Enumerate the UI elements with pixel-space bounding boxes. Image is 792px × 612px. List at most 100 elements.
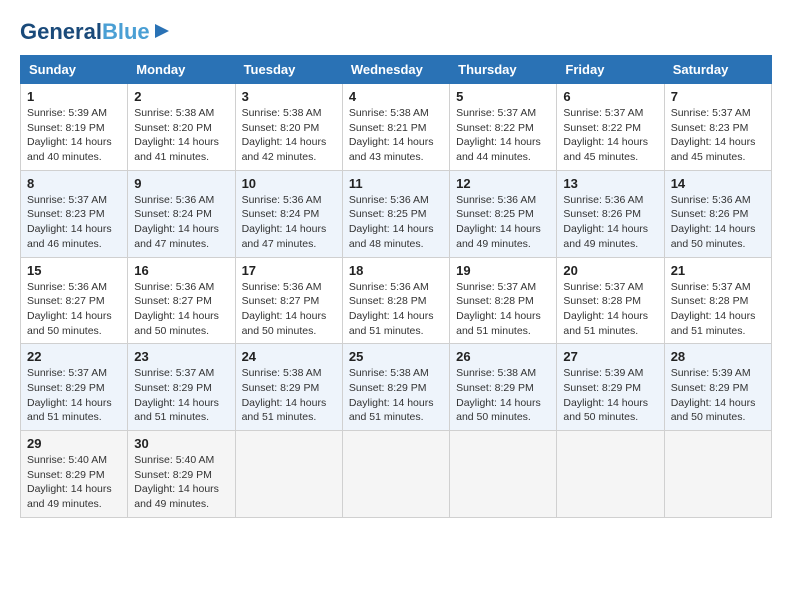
calendar-cell: 30 Sunrise: 5:40 AM Sunset: 8:29 PM Dayl…	[128, 431, 235, 518]
day-info: Sunrise: 5:36 AM Sunset: 8:25 PM Dayligh…	[349, 193, 443, 252]
calendar-cell: 23 Sunrise: 5:37 AM Sunset: 8:29 PM Dayl…	[128, 344, 235, 431]
calendar-cell	[664, 431, 771, 518]
calendar-cell	[235, 431, 342, 518]
column-header-wednesday: Wednesday	[342, 56, 449, 84]
calendar-cell: 10 Sunrise: 5:36 AM Sunset: 8:24 PM Dayl…	[235, 170, 342, 257]
day-info: Sunrise: 5:37 AM Sunset: 8:22 PM Dayligh…	[563, 106, 657, 165]
calendar-week-row: 29 Sunrise: 5:40 AM Sunset: 8:29 PM Dayl…	[21, 431, 772, 518]
calendar-header-row: SundayMondayTuesdayWednesdayThursdayFrid…	[21, 56, 772, 84]
calendar-cell: 18 Sunrise: 5:36 AM Sunset: 8:28 PM Dayl…	[342, 257, 449, 344]
calendar-cell	[450, 431, 557, 518]
day-info: Sunrise: 5:37 AM Sunset: 8:28 PM Dayligh…	[671, 280, 765, 339]
day-info: Sunrise: 5:36 AM Sunset: 8:24 PM Dayligh…	[242, 193, 336, 252]
calendar-cell: 11 Sunrise: 5:36 AM Sunset: 8:25 PM Dayl…	[342, 170, 449, 257]
calendar-cell: 9 Sunrise: 5:36 AM Sunset: 8:24 PM Dayli…	[128, 170, 235, 257]
logo-arrow-icon	[153, 22, 171, 40]
column-header-monday: Monday	[128, 56, 235, 84]
day-info: Sunrise: 5:38 AM Sunset: 8:20 PM Dayligh…	[242, 106, 336, 165]
day-info: Sunrise: 5:39 AM Sunset: 8:19 PM Dayligh…	[27, 106, 121, 165]
day-info: Sunrise: 5:40 AM Sunset: 8:29 PM Dayligh…	[27, 453, 121, 512]
calendar-cell: 5 Sunrise: 5:37 AM Sunset: 8:22 PM Dayli…	[450, 84, 557, 171]
day-info: Sunrise: 5:38 AM Sunset: 8:20 PM Dayligh…	[134, 106, 228, 165]
column-header-sunday: Sunday	[21, 56, 128, 84]
column-header-tuesday: Tuesday	[235, 56, 342, 84]
day-number: 14	[671, 176, 765, 191]
calendar-week-row: 1 Sunrise: 5:39 AM Sunset: 8:19 PM Dayli…	[21, 84, 772, 171]
calendar-cell: 6 Sunrise: 5:37 AM Sunset: 8:22 PM Dayli…	[557, 84, 664, 171]
calendar-cell: 16 Sunrise: 5:36 AM Sunset: 8:27 PM Dayl…	[128, 257, 235, 344]
day-number: 30	[134, 436, 228, 451]
day-info: Sunrise: 5:37 AM Sunset: 8:28 PM Dayligh…	[456, 280, 550, 339]
calendar-cell: 28 Sunrise: 5:39 AM Sunset: 8:29 PM Dayl…	[664, 344, 771, 431]
calendar-cell: 20 Sunrise: 5:37 AM Sunset: 8:28 PM Dayl…	[557, 257, 664, 344]
calendar-cell: 2 Sunrise: 5:38 AM Sunset: 8:20 PM Dayli…	[128, 84, 235, 171]
column-header-thursday: Thursday	[450, 56, 557, 84]
day-number: 23	[134, 349, 228, 364]
day-number: 29	[27, 436, 121, 451]
calendar-cell: 1 Sunrise: 5:39 AM Sunset: 8:19 PM Dayli…	[21, 84, 128, 171]
day-number: 6	[563, 89, 657, 104]
day-number: 12	[456, 176, 550, 191]
column-header-friday: Friday	[557, 56, 664, 84]
day-info: Sunrise: 5:36 AM Sunset: 8:27 PM Dayligh…	[134, 280, 228, 339]
day-info: Sunrise: 5:36 AM Sunset: 8:26 PM Dayligh…	[671, 193, 765, 252]
day-info: Sunrise: 5:36 AM Sunset: 8:28 PM Dayligh…	[349, 280, 443, 339]
day-number: 19	[456, 263, 550, 278]
day-info: Sunrise: 5:38 AM Sunset: 8:29 PM Dayligh…	[242, 366, 336, 425]
day-number: 24	[242, 349, 336, 364]
day-number: 11	[349, 176, 443, 191]
calendar-week-row: 22 Sunrise: 5:37 AM Sunset: 8:29 PM Dayl…	[21, 344, 772, 431]
day-info: Sunrise: 5:40 AM Sunset: 8:29 PM Dayligh…	[134, 453, 228, 512]
calendar-cell	[342, 431, 449, 518]
calendar-cell: 14 Sunrise: 5:36 AM Sunset: 8:26 PM Dayl…	[664, 170, 771, 257]
day-number: 5	[456, 89, 550, 104]
calendar-cell: 17 Sunrise: 5:36 AM Sunset: 8:27 PM Dayl…	[235, 257, 342, 344]
day-number: 21	[671, 263, 765, 278]
day-number: 25	[349, 349, 443, 364]
day-info: Sunrise: 5:37 AM Sunset: 8:29 PM Dayligh…	[27, 366, 121, 425]
day-info: Sunrise: 5:36 AM Sunset: 8:24 PM Dayligh…	[134, 193, 228, 252]
day-info: Sunrise: 5:36 AM Sunset: 8:25 PM Dayligh…	[456, 193, 550, 252]
calendar-week-row: 8 Sunrise: 5:37 AM Sunset: 8:23 PM Dayli…	[21, 170, 772, 257]
day-number: 1	[27, 89, 121, 104]
day-number: 26	[456, 349, 550, 364]
day-number: 2	[134, 89, 228, 104]
calendar-cell: 3 Sunrise: 5:38 AM Sunset: 8:20 PM Dayli…	[235, 84, 342, 171]
calendar-cell: 27 Sunrise: 5:39 AM Sunset: 8:29 PM Dayl…	[557, 344, 664, 431]
calendar-cell: 8 Sunrise: 5:37 AM Sunset: 8:23 PM Dayli…	[21, 170, 128, 257]
calendar-cell	[557, 431, 664, 518]
calendar-week-row: 15 Sunrise: 5:36 AM Sunset: 8:27 PM Dayl…	[21, 257, 772, 344]
day-info: Sunrise: 5:39 AM Sunset: 8:29 PM Dayligh…	[563, 366, 657, 425]
day-number: 16	[134, 263, 228, 278]
day-info: Sunrise: 5:37 AM Sunset: 8:23 PM Dayligh…	[27, 193, 121, 252]
day-number: 27	[563, 349, 657, 364]
calendar-cell: 24 Sunrise: 5:38 AM Sunset: 8:29 PM Dayl…	[235, 344, 342, 431]
day-info: Sunrise: 5:37 AM Sunset: 8:29 PM Dayligh…	[134, 366, 228, 425]
column-header-saturday: Saturday	[664, 56, 771, 84]
day-info: Sunrise: 5:38 AM Sunset: 8:21 PM Dayligh…	[349, 106, 443, 165]
day-number: 8	[27, 176, 121, 191]
day-number: 18	[349, 263, 443, 278]
day-number: 4	[349, 89, 443, 104]
day-number: 13	[563, 176, 657, 191]
calendar-cell: 7 Sunrise: 5:37 AM Sunset: 8:23 PM Dayli…	[664, 84, 771, 171]
day-info: Sunrise: 5:38 AM Sunset: 8:29 PM Dayligh…	[456, 366, 550, 425]
day-number: 10	[242, 176, 336, 191]
calendar-cell: 26 Sunrise: 5:38 AM Sunset: 8:29 PM Dayl…	[450, 344, 557, 431]
day-info: Sunrise: 5:37 AM Sunset: 8:22 PM Dayligh…	[456, 106, 550, 165]
calendar-cell: 25 Sunrise: 5:38 AM Sunset: 8:29 PM Dayl…	[342, 344, 449, 431]
calendar-cell: 22 Sunrise: 5:37 AM Sunset: 8:29 PM Dayl…	[21, 344, 128, 431]
calendar-cell: 21 Sunrise: 5:37 AM Sunset: 8:28 PM Dayl…	[664, 257, 771, 344]
page-header: GeneralBlue	[20, 20, 772, 45]
day-info: Sunrise: 5:38 AM Sunset: 8:29 PM Dayligh…	[349, 366, 443, 425]
day-number: 3	[242, 89, 336, 104]
calendar-table: SundayMondayTuesdayWednesdayThursdayFrid…	[20, 55, 772, 518]
day-info: Sunrise: 5:39 AM Sunset: 8:29 PM Dayligh…	[671, 366, 765, 425]
logo-text: GeneralBlue	[20, 20, 150, 44]
day-number: 20	[563, 263, 657, 278]
calendar-cell: 12 Sunrise: 5:36 AM Sunset: 8:25 PM Dayl…	[450, 170, 557, 257]
day-info: Sunrise: 5:36 AM Sunset: 8:27 PM Dayligh…	[27, 280, 121, 339]
day-number: 7	[671, 89, 765, 104]
day-number: 22	[27, 349, 121, 364]
day-number: 9	[134, 176, 228, 191]
